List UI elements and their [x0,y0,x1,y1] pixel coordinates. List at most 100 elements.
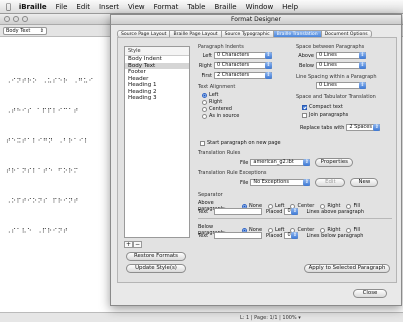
space-above-field[interactable]: 0 Lines ⇕ [316,52,366,59]
add-style-button[interactable]: + [124,241,133,248]
menu-help[interactable]: Help [282,3,298,11]
chevron-down-icon[interactable]: ⇕ [303,179,311,186]
menu-edit[interactable]: Edit [76,3,90,11]
align-centered-option[interactable]: Centered [202,106,232,112]
braille-line: ⠠⠕⠏⠞⠊⠕⠝⠎ ⠏⠗⠊⠝⠞ [6,197,79,205]
exceptions-row: File No Exceptions ⇕ Edit New [240,178,379,187]
space-above-row: Above 0 Lines ⇕ [298,52,366,59]
braille-line: ⠠⠞⠓⠊⠎ ⠁⠏⠏⠇⠊⠉⠁⠞ [6,107,79,115]
indent-left-value: 0 Characters [217,52,250,58]
exceptions-title: Translation Rule Exceptions [198,170,267,176]
exceptions-file-select[interactable]: No Exceptions ⇕ [250,179,311,186]
sep-above-text-label: Text [198,208,209,215]
exceptions-file-label: File [240,179,249,186]
align-source-option[interactable]: As in source [202,113,239,119]
menu-insert[interactable]: Insert [99,3,119,11]
replace-tabs-field[interactable]: 2 Spaces ⇕ [346,124,381,131]
menu-app[interactable]: iBraille [19,3,47,11]
sep-above-text-field[interactable] [214,208,262,215]
separator-above-text-row: Text Placed 0 ⇕ Lines above paragraph [198,208,364,215]
stepper-icon[interactable]: ⇕ [359,82,366,89]
rules-file-select[interactable]: american_g2.ibt ⇕ [250,159,311,166]
status-bar: L: 1 | Page: 1/1 | 100% ▾ [0,312,403,322]
menu-format[interactable]: Format [154,3,179,11]
replace-tabs-value: 2 Spaces [349,124,372,130]
dialog-title: Format Designer [111,15,401,25]
divider [198,218,392,219]
sep-below-placed-field[interactable]: 0 ⇕ [284,232,299,239]
format-designer-dialog: Format Designer Source Page Layout Brail… [110,14,402,306]
space-below-label: Below [298,62,314,69]
list-item[interactable]: Heading 3 [125,95,189,102]
compact-text-option[interactable]: Compact text [302,104,343,110]
menu-bar:  iBraille File Edit Insert View Format … [0,0,403,14]
checkbox-icon[interactable] [200,140,205,146]
indent-first-value: 2 Characters [217,72,250,78]
line-spacing-field[interactable]: 0 Lines ⇕ [316,82,366,89]
stepper-icon[interactable]: ⇕ [359,52,366,59]
sep-below-text-field[interactable] [214,232,262,239]
apply-to-selected-button[interactable]: Apply to Selected Paragraph [304,264,390,273]
indent-right-field[interactable]: 0 Characters ⇕ [214,62,272,69]
indent-first-field[interactable]: 2 Characters ⇕ [214,72,272,79]
braille-content[interactable]: ⠠⠊⠝⠞⠗⠕ ⠠⠥⠎⠑⠗ ⠠⠛⠥⠊ ⠠⠞⠓⠊⠎ ⠁⠏⠏⠇⠊⠉⠁⠞ ⠞⠑⠭⠞⠁⠇⠊… [6,56,124,256]
update-styles-button[interactable]: Update Style(s) [126,264,186,273]
braille-line: ⠞⠗⠁⠝⠎⠇⠁⠞⠑ ⠋⠕⠗⠍ [6,167,79,175]
edit-exceptions-button[interactable]: Edit [315,178,346,187]
radio-selected-icon[interactable] [202,92,207,98]
menu-window[interactable]: Window [246,3,274,11]
properties-button[interactable]: Properties [315,158,354,167]
stepper-icon[interactable]: ⇕ [265,72,272,79]
space-below-field[interactable]: 0 Lines ⇕ [316,62,366,69]
checkbox-icon[interactable] [302,112,307,118]
menu-view[interactable]: View [128,3,145,11]
restore-formats-button[interactable]: Restore Formats [126,252,186,261]
stepper-icon[interactable]: ⇕ [373,124,381,131]
indent-left-label: Left [202,52,212,59]
align-left-option[interactable]: Left [202,92,218,98]
start-new-page-option[interactable]: Start paragraph on new page [200,140,281,146]
style-list-header: Style [125,47,189,56]
stepper-icon[interactable]: ⇕ [291,208,299,215]
style-list[interactable]: Style Body Indent Body Text Footer Heade… [124,46,190,238]
checkbox-checked-icon[interactable] [302,104,307,110]
indent-first-row: First 2 Characters ⇕ [198,72,272,79]
translation-rules-row: File american_g2.ibt ⇕ Properties [240,158,354,167]
start-new-page-label: Start paragraph on new page [207,140,281,146]
align-right-label: Right [209,99,223,105]
radio-icon[interactable] [202,99,207,105]
indent-right-label: Right [198,62,212,69]
align-right-option[interactable]: Right [202,99,222,105]
space-tab-title: Space and Tabulator Translation [296,94,376,100]
space-above-value: 0 Lines [319,52,337,58]
join-paragraphs-option[interactable]: Join paragraphs [302,112,348,118]
chevron-down-icon[interactable]: ⇕ [303,159,311,166]
close-window-icon[interactable] [4,16,10,22]
exceptions-file-value: No Exceptions [253,179,289,185]
sep-above-placed-field[interactable]: 0 ⇕ [284,208,299,215]
stepper-icon[interactable]: ⇕ [265,62,272,69]
new-exceptions-button[interactable]: New [350,178,379,187]
menu-file[interactable]: File [56,3,68,11]
align-left-label: Left [209,92,219,98]
sep-below-placed-value: 0 [287,232,291,238]
remove-style-button[interactable]: − [133,241,142,248]
stepper-icon[interactable]: ⇕ [291,232,299,239]
separator-title: Separator [198,192,223,198]
menu-braille[interactable]: Braille [214,3,236,11]
stepper-icon[interactable]: ⇕ [265,52,272,59]
close-button[interactable]: Close [353,289,387,298]
stepper-icon[interactable]: ⇕ [359,62,366,69]
space-below-value: 0 Lines [319,62,337,68]
apple-menu-icon[interactable]:  [6,2,11,11]
style-select[interactable]: Body Text ⇕ [3,26,47,35]
radio-icon[interactable] [202,106,207,112]
rules-file-value: american_g2.ibt [253,159,294,165]
indent-left-field[interactable]: 0 Characters ⇕ [214,52,272,59]
minimize-window-icon[interactable] [13,16,19,22]
radio-icon[interactable] [202,113,207,119]
tab-panel: Style Body Indent Body Text Footer Heade… [117,37,397,283]
braille-line: ⠠⠊⠝⠞⠗⠕ ⠠⠥⠎⠑⠗ ⠠⠛⠥⠊ [6,77,94,85]
menu-table[interactable]: Table [187,3,205,11]
zoom-window-icon[interactable] [22,16,28,22]
